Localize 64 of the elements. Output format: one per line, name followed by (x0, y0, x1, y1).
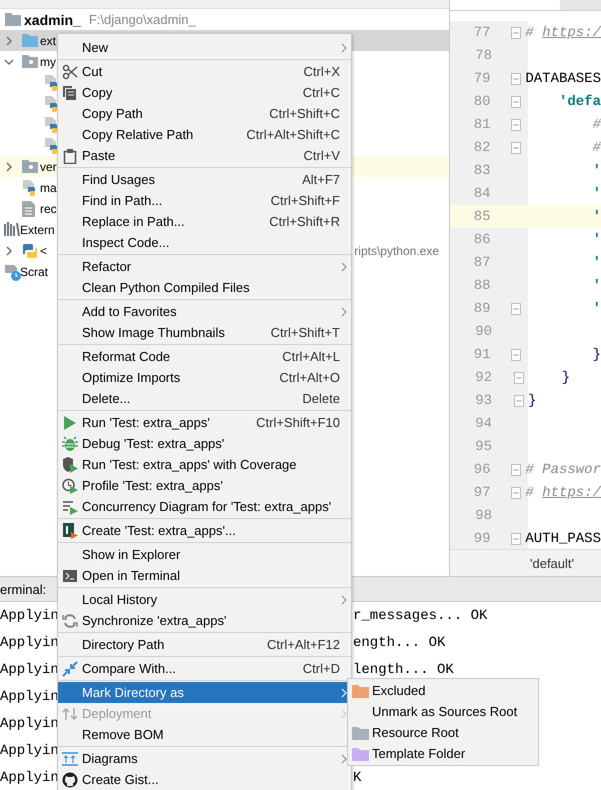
tree-item-label: Extern (20, 222, 55, 236)
tree-item-label: my (40, 54, 56, 68)
line-number: 89 (472, 300, 491, 316)
code-line: # https:/ (525, 24, 601, 40)
line-number: 90 (474, 324, 492, 340)
tree-item-label: ext (40, 34, 56, 48)
terminal-output: Applyin (0, 770, 59, 786)
line-number: 85 (472, 208, 491, 224)
line-number: 87 (472, 254, 491, 270)
code-line: ' (592, 162, 601, 178)
terminal-output: Applyin (0, 634, 59, 650)
code-line: ' (592, 254, 601, 270)
line-number: 99 (472, 530, 491, 546)
line-number: 97 (472, 484, 491, 500)
interpreter-path: ripts\python.exe (354, 244, 440, 258)
line-number: 81 (472, 116, 491, 132)
code-line: } (560, 370, 570, 386)
terminal-output: length... OK (353, 662, 454, 678)
terminal-output: K (353, 770, 362, 786)
line-number: 78 (474, 48, 492, 64)
code-line: ' (592, 208, 601, 224)
tree-item-label: rec (40, 202, 57, 216)
project-path: F:\django\xadmin_ (88, 12, 196, 27)
line-number: 79 (472, 70, 491, 86)
code-line: ' (592, 186, 601, 202)
code-line: # (592, 116, 601, 132)
line-number: 86 (472, 232, 491, 248)
project-name: xadmin_ (24, 12, 81, 28)
terminal-output: Applyin (0, 688, 59, 704)
line-number: 93 (474, 392, 492, 408)
line-number: 94 (474, 416, 492, 432)
tree-item-label: Scrat (20, 264, 48, 278)
code-line: 'defa (558, 94, 601, 110)
terminal-output: ength... OK (353, 634, 446, 650)
code-line: ' (592, 300, 601, 316)
line-number: 84 (472, 186, 491, 202)
line-number: 80 (472, 94, 491, 110)
terminal-output: r_messages... OK (353, 608, 488, 624)
code-line: DATABASES (525, 70, 601, 86)
code-line: } (528, 392, 536, 408)
line-number: 92 (474, 370, 492, 386)
line-number: 88 (472, 278, 491, 294)
line-number: 91 (472, 346, 491, 362)
code-line: ' (592, 232, 601, 248)
code-line: # Passwor (525, 462, 601, 478)
line-number: 82 (472, 140, 491, 156)
terminal-output: Applyin (0, 608, 59, 624)
line-number: 96 (472, 462, 491, 478)
line-number: 98 (474, 508, 492, 524)
line-number: 83 (472, 162, 491, 178)
line-number: 95 (474, 438, 492, 454)
terminal-output: Applyin (0, 742, 59, 758)
code-line: ' (592, 278, 601, 294)
terminal-output: Applyin (0, 662, 59, 678)
code-line: # (592, 140, 601, 156)
tree-item-label: < (40, 244, 48, 258)
code-line: } (592, 346, 601, 362)
terminal-output: Applyin (0, 716, 59, 732)
tree-item-label: ma (40, 180, 57, 194)
code-line: AUTH_PASS (525, 530, 601, 546)
tree-item-label: ver (40, 160, 57, 174)
code-line: # https:/ (525, 484, 601, 500)
terminal-title: erminal: (0, 582, 46, 596)
line-number: 77 (472, 24, 491, 40)
